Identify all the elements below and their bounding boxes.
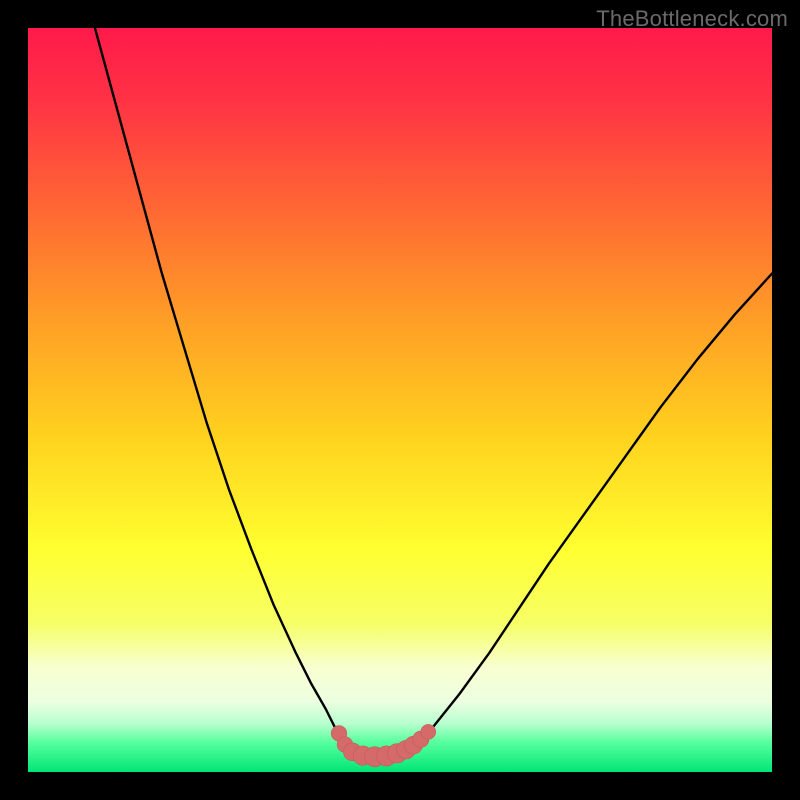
chart-stage: TheBottleneck.com: [0, 0, 800, 800]
gradient-background: [28, 28, 772, 772]
bottleneck-chart: [28, 28, 772, 772]
valley-marker: [421, 724, 436, 739]
